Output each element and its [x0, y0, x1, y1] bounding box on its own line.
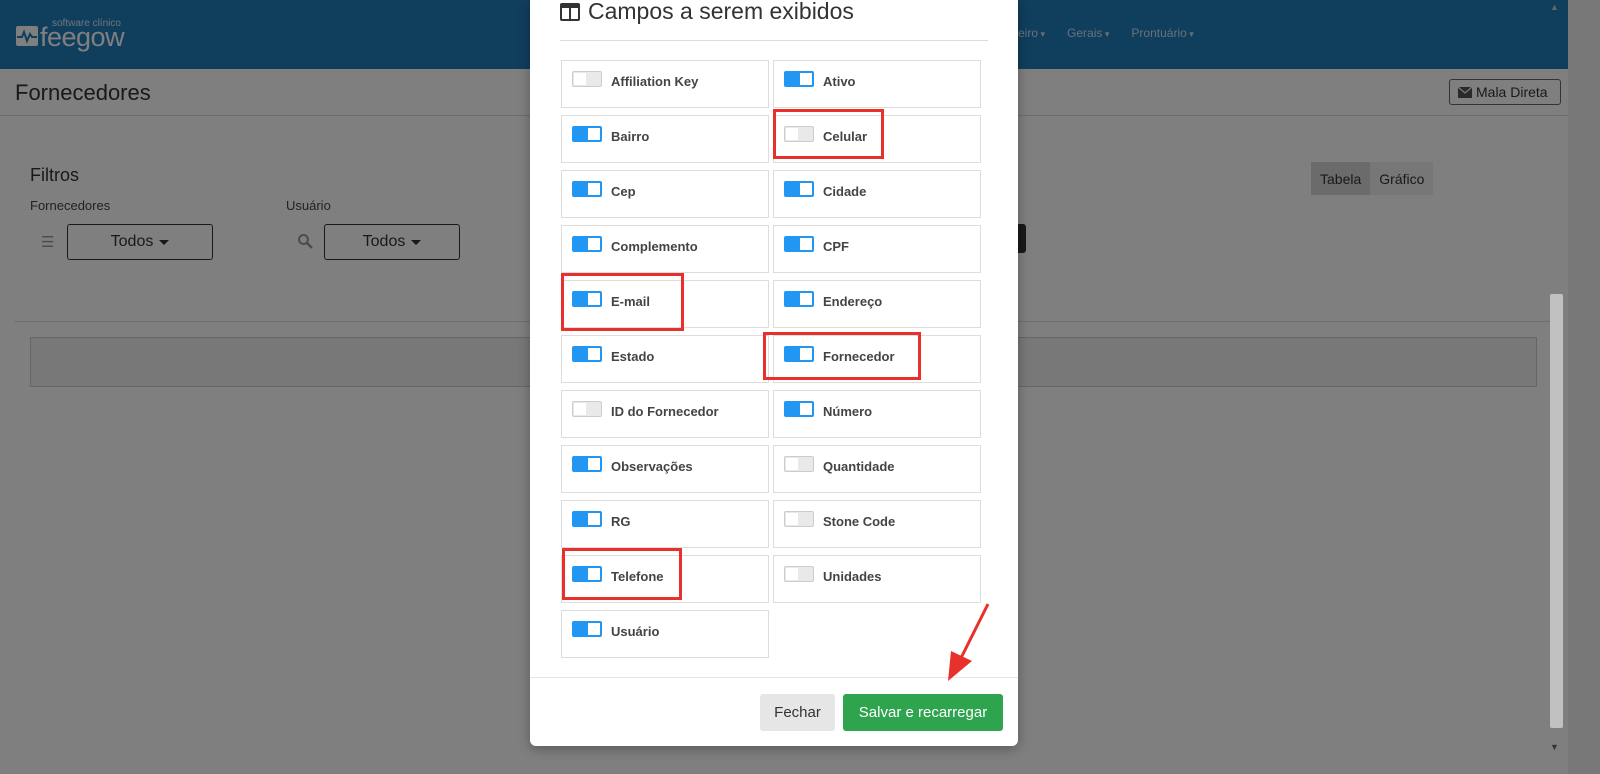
annotation-arrow-icon — [948, 603, 990, 681]
